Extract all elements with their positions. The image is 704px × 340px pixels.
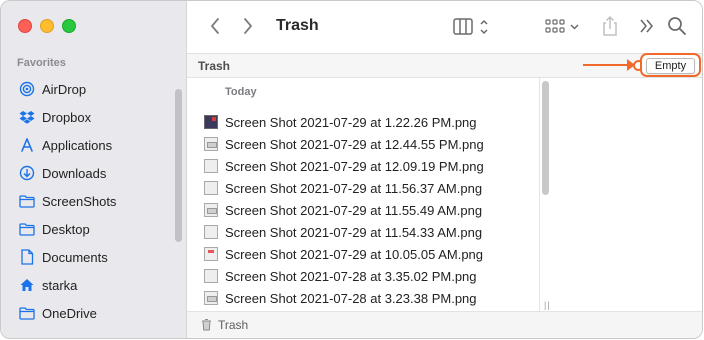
- image-thumbnail-icon: [204, 115, 218, 129]
- sidebar-item-label: Dropbox: [42, 109, 92, 125]
- chevron-right-icon: [244, 18, 252, 34]
- chevron-double-right-icon: [640, 19, 653, 33]
- sidebar-item-starka[interactable]: starka: [1, 271, 186, 299]
- search-icon: [668, 17, 686, 35]
- sidebar-item-label: OneDrive: [42, 305, 97, 321]
- list-item[interactable]: Screen Shot 2021-07-29 at 12.44.55 PM.pn…: [187, 133, 539, 155]
- file-name: Screen Shot 2021-07-29 at 11.54.33 AM.pn…: [225, 224, 483, 240]
- window-title: Trash: [276, 17, 319, 34]
- document-icon: [18, 248, 36, 266]
- file-list-scrollbar[interactable]: [542, 81, 549, 195]
- highlight-box: Empty: [640, 53, 701, 77]
- minimize-button[interactable]: [40, 19, 54, 33]
- preview-column: [550, 78, 702, 314]
- empty-trash-button[interactable]: Empty: [646, 58, 695, 74]
- back-button[interactable]: [209, 17, 225, 35]
- chevron-left-icon: [211, 18, 219, 34]
- list-item[interactable]: Screen Shot 2021-07-29 at 1.22.26 PM.png: [187, 111, 539, 133]
- status-bar: Trash: [187, 311, 702, 338]
- window-controls: [18, 19, 76, 33]
- sidebar-section-title: Favorites: [17, 57, 66, 69]
- image-thumbnail-icon: [204, 247, 218, 261]
- column-view-button[interactable]: [453, 17, 493, 42]
- list-item[interactable]: Screen Shot 2021-07-28 at 3.23.38 PM.png: [187, 287, 539, 309]
- file-rows: Screen Shot 2021-07-29 at 1.22.26 PM.png…: [187, 111, 539, 309]
- home-icon: [18, 276, 36, 294]
- file-name: Screen Shot 2021-07-29 at 11.55.49 AM.pn…: [225, 202, 483, 218]
- sidebar-item-applications[interactable]: Applications: [1, 131, 186, 159]
- sidebar-item-desktop[interactable]: Desktop: [1, 215, 186, 243]
- sidebar-item-airdrop[interactable]: AirDrop: [1, 75, 186, 103]
- sidebar-item-label: ScreenShots: [42, 193, 117, 209]
- path-title: Trash: [198, 59, 231, 73]
- share-icon: [603, 15, 617, 36]
- sidebar-item-label: Desktop: [42, 221, 90, 237]
- sidebar-item-dropbox[interactable]: Dropbox: [1, 103, 186, 131]
- file-name: Screen Shot 2021-07-29 at 12.09.19 PM.pn…: [225, 158, 484, 174]
- more-toolbar-button[interactable]: [639, 18, 655, 39]
- file-name: Screen Shot 2021-07-28 at 3.23.38 PM.png: [225, 290, 477, 306]
- sidebar-item-onedrive[interactable]: OneDrive: [1, 299, 186, 327]
- forward-button[interactable]: [242, 17, 258, 35]
- list-item[interactable]: Screen Shot 2021-07-28 at 3.35.02 PM.png: [187, 265, 539, 287]
- toolbar: Trash: [187, 1, 702, 54]
- file-name: Screen Shot 2021-07-29 at 11.56.37 AM.pn…: [225, 180, 483, 196]
- list-item[interactable]: Screen Shot 2021-07-29 at 11.55.49 AM.pn…: [187, 199, 539, 221]
- downloads-icon: [18, 164, 36, 182]
- file-list: Today Screen Shot 2021-07-29 at 1.22.26 …: [187, 78, 540, 314]
- sidebar-item-downloads[interactable]: Downloads: [1, 159, 186, 187]
- list-item[interactable]: Screen Shot 2021-07-29 at 12.09.19 PM.pn…: [187, 155, 539, 177]
- finder-window: Favorites AirDrop Dropbox Applications D…: [0, 0, 703, 339]
- group-button[interactable]: [545, 17, 583, 42]
- sidebar-item-label: Applications: [42, 137, 113, 153]
- image-thumbnail-icon: [204, 291, 218, 305]
- file-name: Screen Shot 2021-07-29 at 10.05.05 AM.pn…: [225, 246, 484, 262]
- zoom-button[interactable]: [62, 19, 76, 33]
- sidebar: Favorites AirDrop Dropbox Applications D…: [1, 1, 187, 338]
- list-section-label: Today: [225, 86, 257, 98]
- sidebar-item-label: Documents: [42, 249, 108, 265]
- sidebar-item-screenshots[interactable]: ScreenShots: [1, 187, 186, 215]
- trash-icon: [201, 318, 212, 336]
- applications-icon: [18, 136, 36, 154]
- image-thumbnail-icon: [204, 203, 218, 217]
- file-name: Screen Shot 2021-07-29 at 1.22.26 PM.png: [225, 114, 477, 130]
- columns-icon: [453, 18, 488, 35]
- folder-icon: [18, 220, 36, 238]
- search-button[interactable]: [667, 16, 687, 41]
- file-name: Screen Shot 2021-07-29 at 12.44.55 PM.pn…: [225, 136, 484, 152]
- sidebar-item-label: AirDrop: [42, 81, 87, 97]
- image-thumbnail-icon: [204, 269, 218, 283]
- airdrop-icon: [18, 80, 36, 98]
- path-bar: Trash Empty: [187, 53, 702, 78]
- folder-icon: [18, 304, 36, 322]
- share-button[interactable]: [601, 15, 619, 42]
- list-item[interactable]: Screen Shot 2021-07-29 at 11.54.33 AM.pn…: [187, 221, 539, 243]
- dropbox-icon: [18, 108, 36, 126]
- image-thumbnail-icon: [204, 137, 218, 151]
- annotation-arrow: [583, 64, 633, 66]
- grid-icon: [545, 19, 579, 33]
- sidebar-item-documents[interactable]: Documents: [1, 243, 186, 271]
- sidebar-item-label: Downloads: [42, 165, 107, 181]
- image-thumbnail-icon: [204, 181, 218, 195]
- image-thumbnail-icon: [204, 225, 218, 239]
- sidebar-list: AirDrop Dropbox Applications Downloads S…: [1, 75, 186, 327]
- status-path-label: Trash: [218, 318, 249, 332]
- image-thumbnail-icon: [204, 159, 218, 173]
- list-item[interactable]: Screen Shot 2021-07-29 at 11.56.37 AM.pn…: [187, 177, 539, 199]
- file-name: Screen Shot 2021-07-28 at 3.35.02 PM.png: [225, 268, 477, 284]
- list-item[interactable]: Screen Shot 2021-07-29 at 10.05.05 AM.pn…: [187, 243, 539, 265]
- folder-icon: [18, 192, 36, 210]
- sidebar-item-label: starka: [42, 277, 78, 293]
- sidebar-scrollbar[interactable]: [175, 89, 182, 242]
- close-button[interactable]: [18, 19, 32, 33]
